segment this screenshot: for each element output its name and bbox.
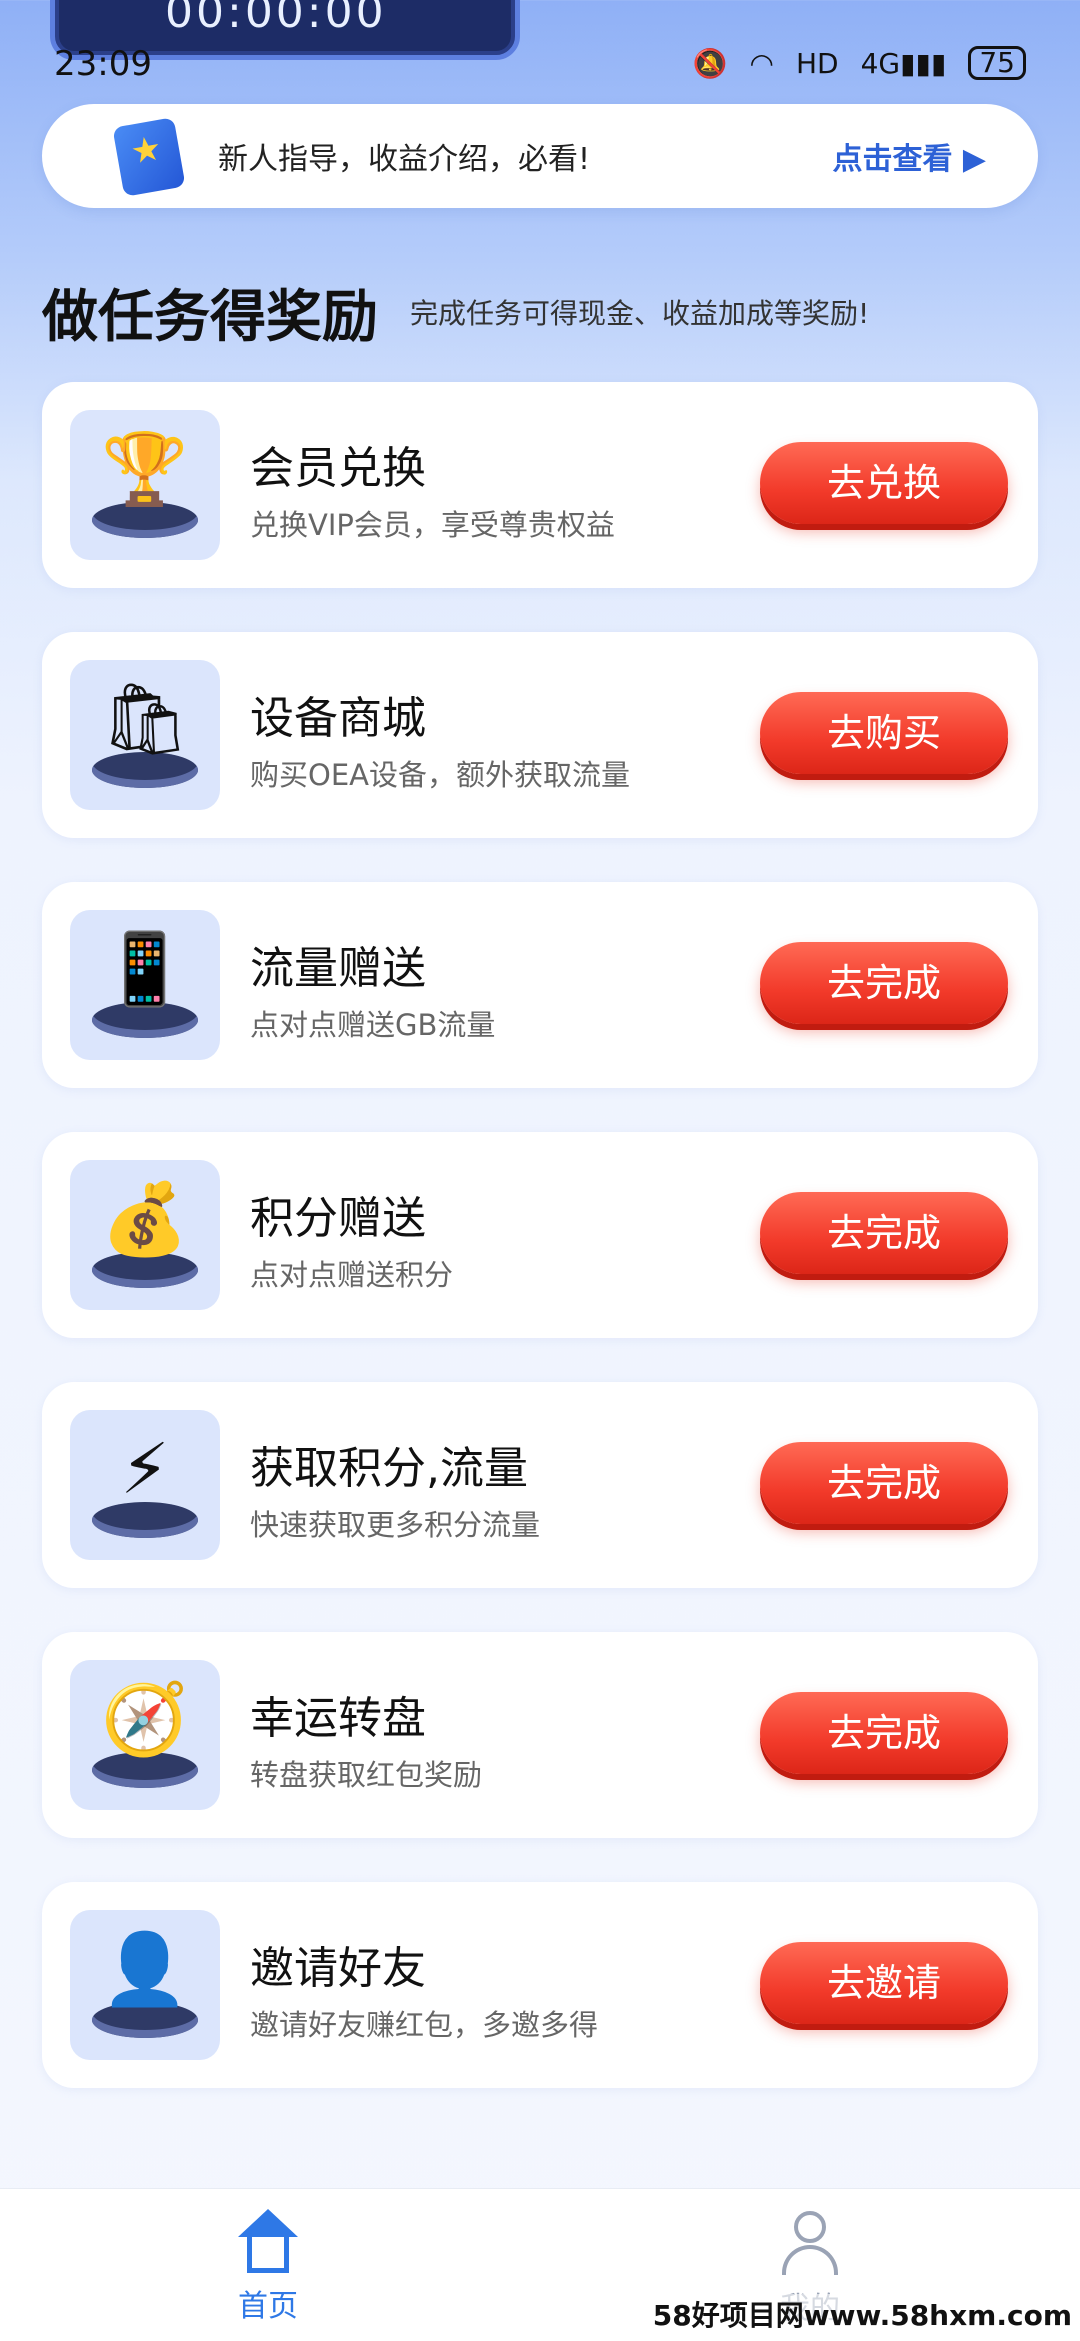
- network-type: 4G: [860, 46, 901, 80]
- task-card-lucky-wheel: 🧭 幸运转盘 转盘获取红包奖励 去完成: [42, 1632, 1038, 1838]
- wifi-icon: ◠: [749, 46, 774, 80]
- money-bag-icon: 💰: [70, 1160, 220, 1310]
- exchange-button[interactable]: 去兑换: [760, 442, 1008, 524]
- task-card-device-mall: 🛍 设备商城 购买OEA设备，额外获取流量 去购买: [42, 632, 1038, 838]
- task-title: 邀请好友: [250, 1943, 426, 1994]
- invite-button[interactable]: 去邀请: [760, 1942, 1008, 2024]
- task-title: 会员兑换: [250, 443, 426, 494]
- task-title: 流量赠送: [250, 943, 426, 994]
- task-title: 获取积分,流量: [250, 1443, 528, 1494]
- task-card-invite-friends: 👤 邀请好友 邀请好友赚红包，多邀多得 去邀请: [42, 1882, 1038, 2088]
- complete-button[interactable]: 去完成: [760, 1442, 1008, 1524]
- task-desc: 点对点赠送GB流量: [250, 1008, 496, 1042]
- nav-home-tab[interactable]: 首页: [228, 2209, 308, 2325]
- task-card-vip-exchange: 🏆 会员兑换 兑换VIP会员，享受尊贵权益 去兑换: [42, 382, 1038, 588]
- battery-icon: 75: [968, 46, 1026, 80]
- task-list: 🏆 会员兑换 兑换VIP会员，享受尊贵权益 去兑换 🛍 设备商城 购买OEA设备…: [42, 382, 1038, 2132]
- guide-view-link[interactable]: 点击查看 ▶: [832, 134, 986, 178]
- task-card-traffic-gift: 📱 流量赠送 点对点赠送GB流量 去完成: [42, 882, 1038, 1088]
- watermark: 58好项目网www.58hxm.com: [652, 2294, 1072, 2334]
- task-desc: 兑换VIP会员，享受尊贵权益: [250, 508, 615, 542]
- trophy-icon: 🏆: [70, 410, 220, 560]
- newbie-guide-bar[interactable]: 新人指导，收益介绍，必看! 点击查看 ▶: [42, 104, 1038, 208]
- task-card-earn-points: ⚡ 获取积分,流量 快速获取更多积分流量 去完成: [42, 1382, 1038, 1588]
- task-desc: 快速获取更多积分流量: [250, 1508, 541, 1542]
- task-title: 设备商城: [250, 693, 426, 744]
- section-subtitle: 完成任务可得现金、收益加成等奖励!: [410, 297, 870, 330]
- status-bar: 23:09 🔕 ◠ HD 4G▮▮▮ 75: [0, 40, 1080, 90]
- section-title: 做任务得奖励: [42, 285, 378, 350]
- task-desc: 邀请好友赚红包，多邀多得: [250, 2008, 599, 2042]
- task-title: 幸运转盘: [250, 1693, 426, 1744]
- guide-text: 新人指导，收益介绍，必看!: [218, 142, 591, 177]
- guide-book-icon: [112, 117, 186, 197]
- hd-badge: HD: [795, 46, 839, 80]
- complete-button[interactable]: 去完成: [760, 1692, 1008, 1774]
- task-card-points-gift: 💰 积分赠送 点对点赠送积分 去完成: [42, 1132, 1038, 1338]
- task-desc: 转盘获取红包奖励: [250, 1758, 483, 1792]
- lightning-house-icon: ⚡: [70, 1410, 220, 1560]
- compass-icon: 🧭: [70, 1660, 220, 1810]
- status-time: 23:09: [54, 44, 152, 84]
- complete-button[interactable]: 去完成: [760, 942, 1008, 1024]
- task-title: 积分赠送: [250, 1193, 426, 1244]
- nav-home-label: 首页: [238, 2289, 298, 2324]
- shopping-bag-icon: 🛍: [70, 660, 220, 810]
- complete-button[interactable]: 去完成: [760, 1192, 1008, 1274]
- buy-button[interactable]: 去购买: [760, 692, 1008, 774]
- signal-icon: 4G▮▮▮: [860, 46, 947, 80]
- task-desc: 购买OEA设备，额外获取流量: [250, 758, 630, 792]
- task-desc: 点对点赠送积分: [250, 1258, 454, 1292]
- mute-icon: 🔕: [692, 46, 728, 80]
- profile-icon: [778, 2211, 842, 2275]
- countdown-text: 00:00:00: [165, 0, 387, 38]
- phone-icon: 📱: [70, 910, 220, 1060]
- home-icon: [233, 2209, 303, 2273]
- user-icon: 👤: [70, 1910, 220, 2060]
- status-icons: 🔕 ◠ HD 4G▮▮▮ 75: [693, 46, 1026, 80]
